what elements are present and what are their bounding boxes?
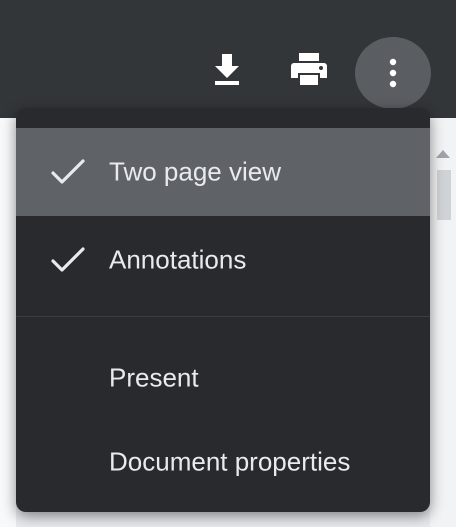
- menu-item-label: Present: [109, 362, 199, 393]
- menu-item-label: Document properties: [109, 446, 351, 477]
- pdf-viewer: Two page view Annotations Present Docume…: [0, 0, 456, 527]
- menu-item-document-properties[interactable]: Document properties: [16, 418, 430, 506]
- scroll-up-icon[interactable]: [436, 150, 450, 158]
- print-icon: [291, 53, 327, 85]
- menu-item-label: Two page view: [109, 156, 281, 187]
- check-icon: [51, 247, 85, 272]
- more-actions-button[interactable]: [355, 37, 431, 109]
- page-margin-left: [0, 118, 16, 527]
- viewer-toolbar: [0, 0, 456, 118]
- more-actions-menu: Two page view Annotations Present Docume…: [16, 108, 430, 512]
- scrollbar-thumb[interactable]: [437, 170, 451, 220]
- menu-item-label: Annotations: [109, 244, 247, 275]
- download-icon: [215, 54, 239, 85]
- menu-item-present[interactable]: Present: [16, 334, 430, 422]
- print-button[interactable]: [283, 43, 335, 95]
- menu-item-two-page-view[interactable]: Two page view: [16, 128, 430, 216]
- download-button[interactable]: [201, 43, 253, 95]
- menu-item-annotations[interactable]: Annotations: [16, 216, 430, 304]
- check-icon: [51, 159, 85, 184]
- more-vertical-icon: [389, 58, 397, 88]
- menu-divider: [16, 316, 430, 317]
